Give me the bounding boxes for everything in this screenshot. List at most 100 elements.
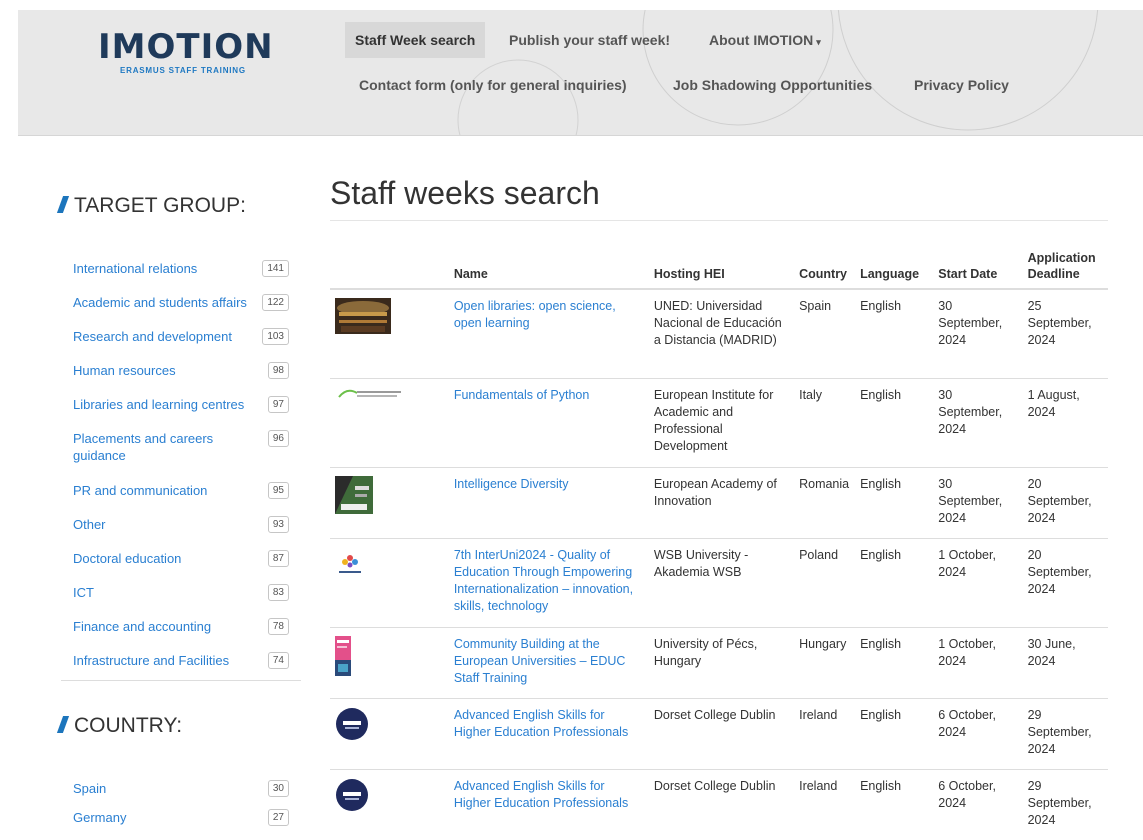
nav-label: Contact form (only for general inquiries… (359, 77, 627, 93)
nav-about-imotion[interactable]: About IMOTION ▾ (699, 22, 831, 58)
dorset-logo-thumbnail[interactable] (335, 778, 369, 812)
count-badge: 74 (267, 652, 289, 669)
sidebar-item-label: Other (73, 517, 106, 532)
target-group-list: International relations 141 Academic and … (61, 254, 301, 680)
sidebar-item-label: International relations (73, 261, 198, 276)
name-cell: Intelligence Diversity (448, 466, 649, 538)
sidebar-item-human-resources[interactable]: Human resources 98 (61, 356, 301, 390)
name-cell: Open libraries: open science, open learn… (448, 288, 649, 378)
staff-week-link[interactable]: Intelligence Diversity (454, 477, 569, 491)
thumb-cell (330, 377, 449, 467)
staff-week-link[interactable]: Advanced English Skills for Higher Educa… (454, 708, 628, 739)
thumb-cell (330, 768, 449, 840)
language-cell: English (855, 697, 934, 769)
nav-contact-form[interactable]: Contact form (only for general inquiries… (359, 67, 637, 103)
hei-cell: European Institute for Academic and Prof… (648, 377, 795, 467)
col-hei-header[interactable]: Hosting HEI (648, 246, 795, 290)
target-group-heading: TARGET GROUP: (56, 194, 246, 218)
col-name-header[interactable]: Name (448, 246, 649, 290)
staff-week-link[interactable]: Community Building at the European Unive… (454, 637, 626, 685)
count-badge: 27 (267, 809, 289, 826)
staff-week-link[interactable]: Advanced English Skills for Higher Educa… (454, 779, 628, 810)
sidebar-item-infrastructure[interactable]: Infrastructure and Facilities 74 (61, 646, 301, 680)
nav-label: About IMOTION (709, 32, 814, 48)
start-date-cell: 6 October, 2024 (933, 768, 1023, 840)
nav-job-shadowing[interactable]: Job Shadowing Opportunities (663, 67, 882, 103)
col-language-header[interactable]: Language (855, 246, 934, 290)
start-date-cell: 1 October, 2024 (933, 537, 1023, 627)
interuni-logo-thumbnail[interactable] (335, 547, 365, 577)
count-badge: 30 (267, 780, 289, 797)
sidebar-item-other[interactable]: Other 93 (61, 510, 301, 544)
sidebar-item-pr-communication[interactable]: PR and communication 95 (61, 476, 301, 510)
table-row: Intelligence Diversity European Academy … (330, 466, 1108, 538)
staff-week-link[interactable]: Open libraries: open science, open learn… (454, 299, 616, 330)
hei-cell: European Academy of Innovation (648, 466, 795, 538)
table-row: Advanced English Skills for Higher Educa… (330, 697, 1108, 769)
count-badge: 122 (262, 294, 289, 311)
country-cell: Spain (794, 288, 856, 378)
flyer-thumbnail[interactable] (335, 475, 373, 514)
thumb-cell (330, 466, 449, 538)
sidebar-item-placements[interactable]: Placements and careers guidance 96 (61, 424, 301, 476)
hei-cell: Dorset College Dublin (648, 768, 795, 840)
site-header: IMOTION ERASMUS STAFF TRAINING Staff Wee… (18, 10, 1143, 136)
hei-cell: WSB University - Akademia WSB (648, 537, 795, 627)
col-thumb-header (330, 246, 449, 290)
count-badge: 95 (267, 482, 289, 499)
sidebar-item-label: Spain (73, 781, 107, 796)
title-divider (330, 220, 1108, 221)
nav-privacy-policy[interactable]: Privacy Policy (904, 67, 1019, 103)
hei-cell: University of Pécs, Hungary (648, 626, 795, 698)
col-start-header[interactable]: Start Date (933, 246, 1023, 290)
sidebar-item-research[interactable]: Research and development 103 (61, 322, 301, 356)
sidebar-item-germany[interactable]: Germany 27 (61, 803, 301, 832)
sidebar-item-label: ICT (73, 585, 94, 600)
start-date-cell: 30 September, 2024 (933, 466, 1023, 538)
country-heading: COUNTRY: (56, 714, 182, 738)
deadline-cell: 30 June, 2024 (1022, 626, 1108, 698)
table-row: 7th InterUni2024 - Quality of Education … (330, 537, 1108, 627)
start-date-cell: 30 September, 2024 (933, 288, 1023, 378)
institute-logo-thumbnail[interactable] (335, 387, 405, 401)
table-row: Community Building at the European Unive… (330, 626, 1108, 698)
sidebar-item-label: Human resources (73, 363, 176, 378)
nav-publish-staff-week[interactable]: Publish your staff week! (499, 22, 680, 58)
sidebar-item-finance[interactable]: Finance and accounting 78 (61, 612, 301, 646)
thumb-cell (330, 288, 449, 378)
page-title: Staff weeks search (330, 175, 600, 211)
sidebar-item-label: PR and communication (73, 483, 208, 498)
sidebar-item-doctoral-education[interactable]: Doctoral education 87 (61, 544, 301, 578)
name-cell: Community Building at the European Unive… (448, 626, 649, 698)
language-cell: English (855, 537, 934, 627)
sidebar-item-international-relations[interactable]: International relations 141 (61, 254, 301, 288)
staff-week-link[interactable]: 7th InterUni2024 - Quality of Education … (454, 548, 633, 613)
sidebar-item-spain[interactable]: Spain 30 (61, 774, 301, 803)
name-cell: 7th InterUni2024 - Quality of Education … (448, 537, 649, 627)
caret-down-icon: ▾ (816, 37, 821, 47)
col-deadline-header[interactable]: Application Deadline (1022, 246, 1108, 290)
count-badge: 97 (267, 396, 289, 413)
sidebar-item-label: Finance and accounting (73, 619, 212, 634)
sidebar-item-academic-affairs[interactable]: Academic and students affairs 122 (61, 288, 301, 322)
deadline-cell: 1 August, 2024 (1022, 377, 1108, 467)
count-badge: 141 (262, 260, 289, 277)
educ-poster-thumbnail[interactable] (335, 635, 351, 676)
staff-week-link[interactable]: Fundamentals of Python (454, 388, 590, 402)
site-logo[interactable]: IMOTION ERASMUS STAFF TRAINING (98, 30, 288, 75)
count-badge: 87 (267, 550, 289, 567)
nav-staff-week-search[interactable]: Staff Week search (345, 22, 486, 58)
language-cell: English (855, 626, 934, 698)
count-badge: 93 (267, 516, 289, 533)
col-country-header[interactable]: Country (794, 246, 856, 290)
library-photo-thumbnail[interactable] (335, 298, 391, 334)
thumb-cell (330, 697, 449, 769)
dorset-logo-thumbnail[interactable] (335, 707, 369, 741)
sidebar-item-libraries[interactable]: Libraries and learning centres 97 (61, 390, 301, 424)
start-date-cell: 1 October, 2024 (933, 626, 1023, 698)
sidebar-item-ict[interactable]: ICT 83 (61, 578, 301, 612)
sidebar-item-label: Infrastructure and Facilities (73, 653, 230, 668)
table-row: Advanced English Skills for Higher Educa… (330, 768, 1108, 840)
logo-subtitle: ERASMUS STAFF TRAINING (120, 66, 246, 75)
count-badge: 103 (262, 328, 289, 345)
